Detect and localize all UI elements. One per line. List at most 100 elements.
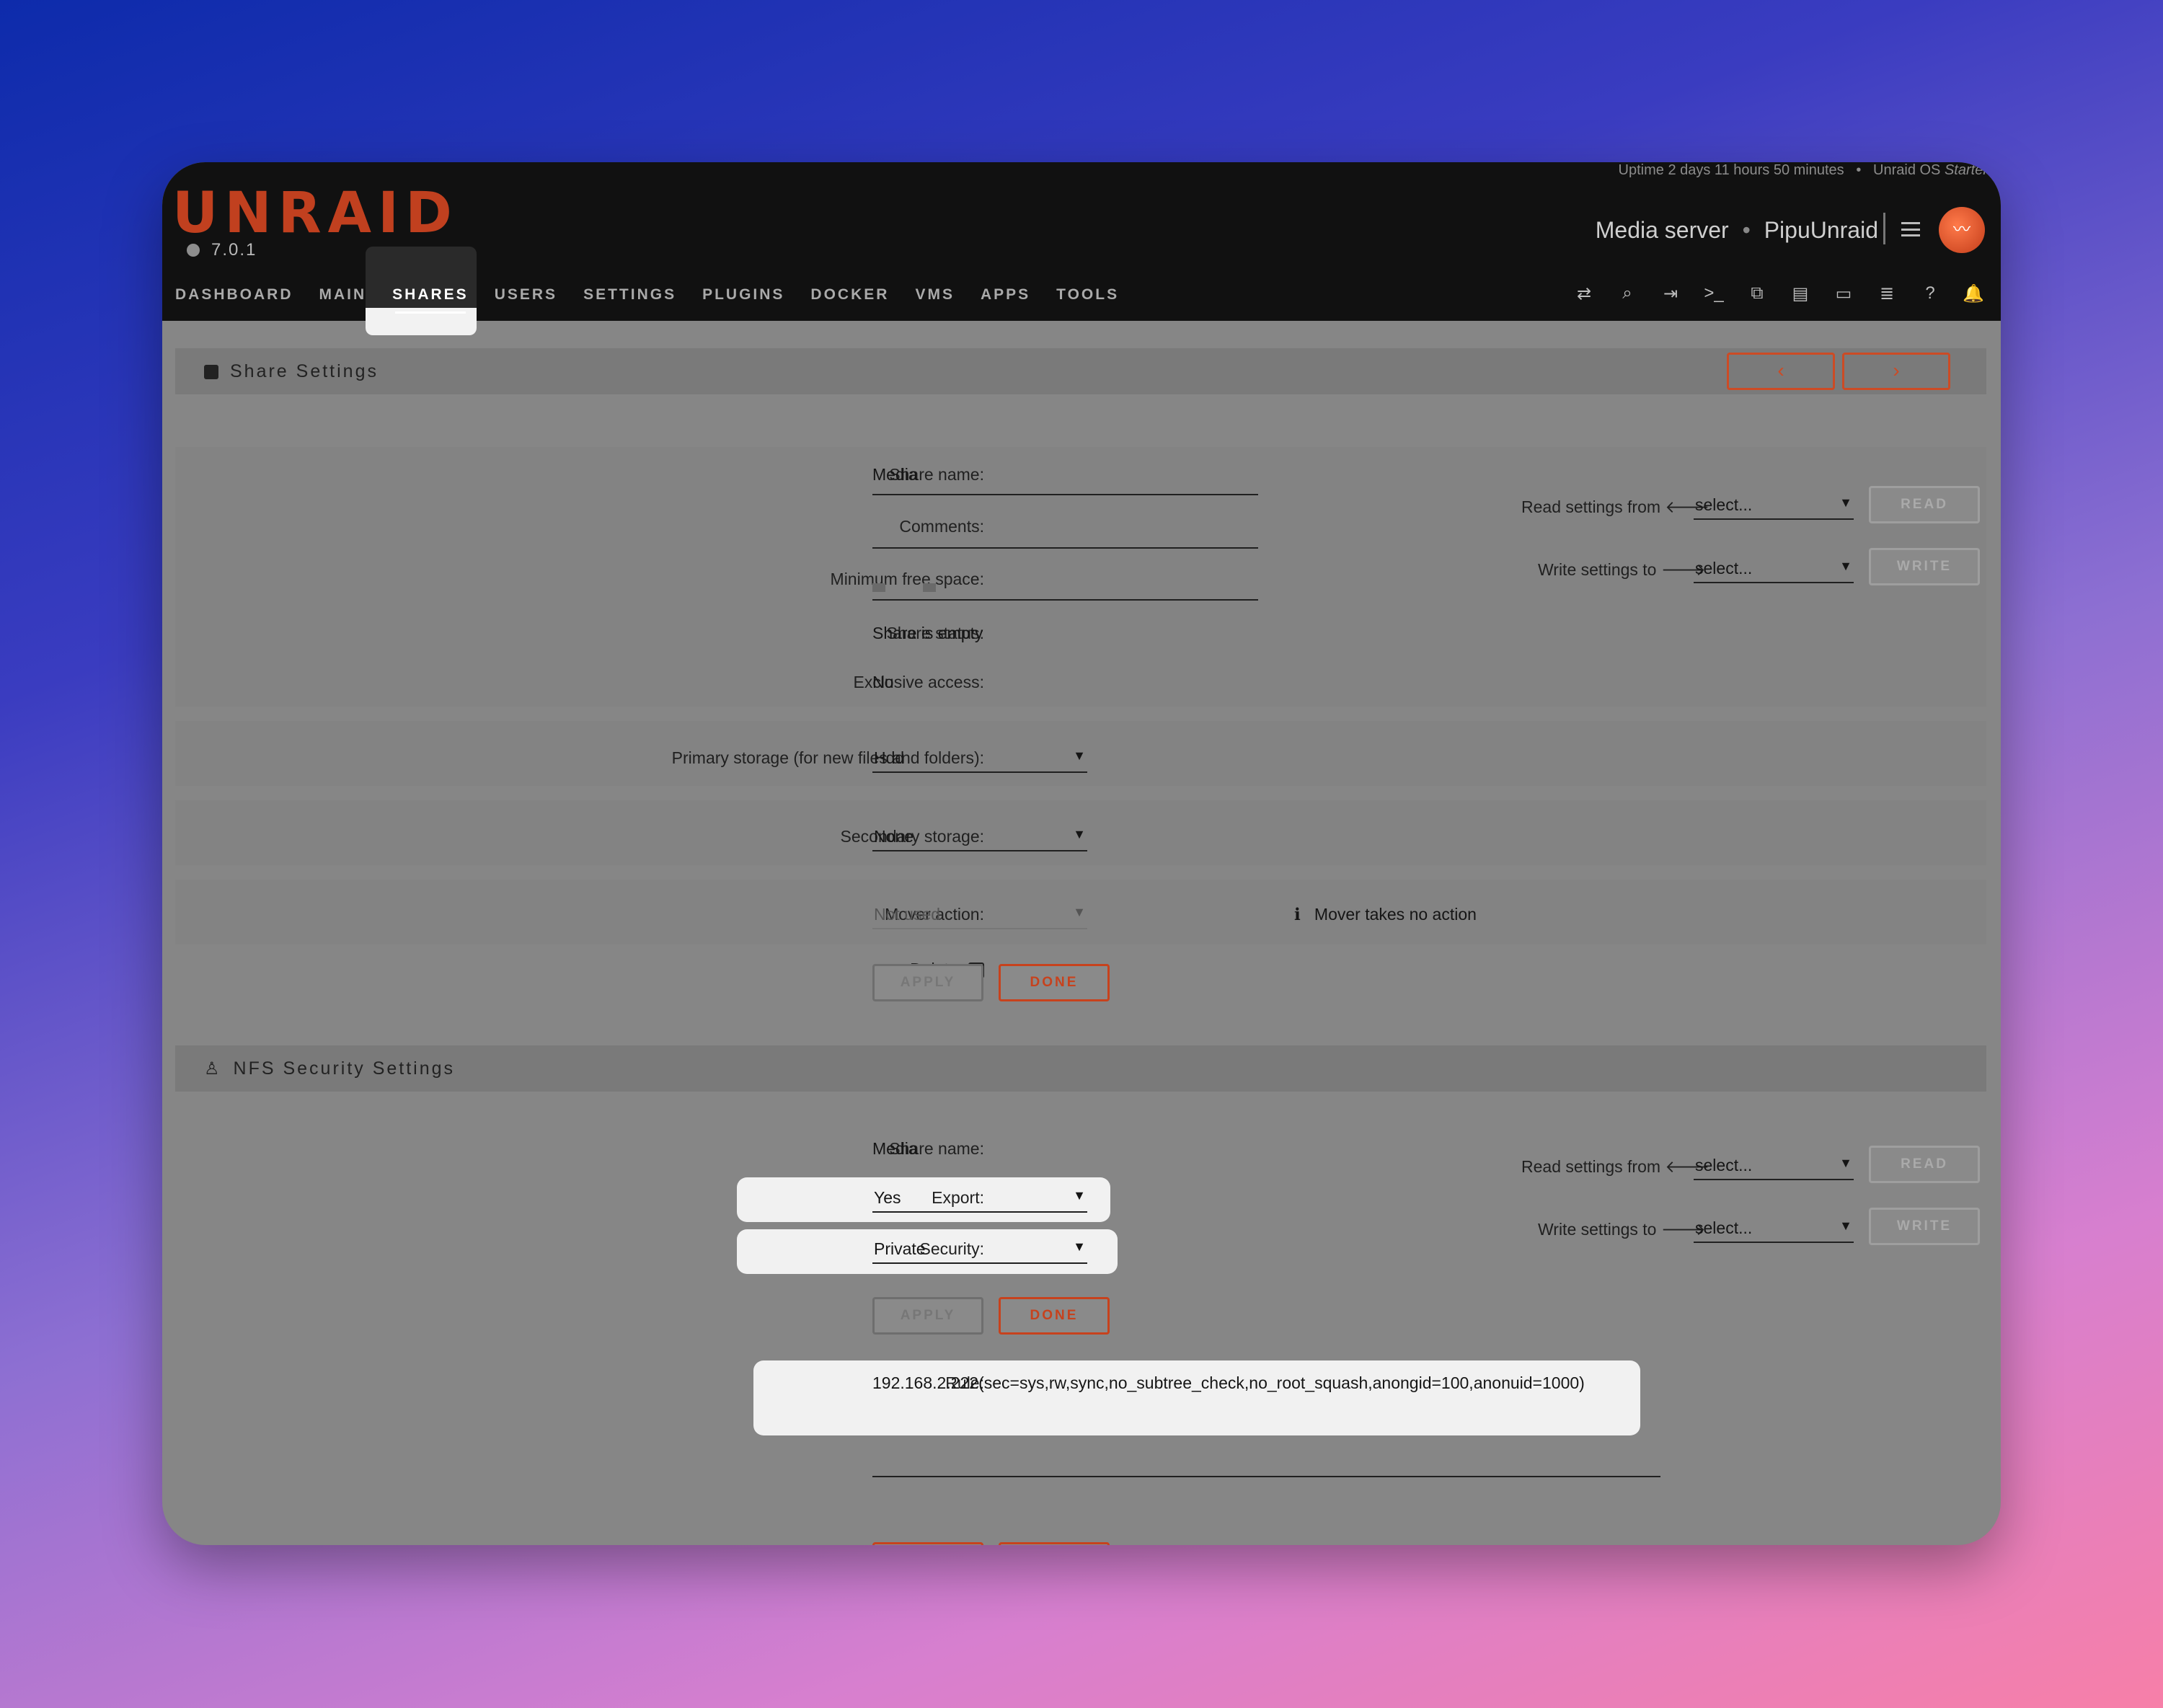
linux-icon: ♙ (204, 1059, 222, 1079)
previous-share-button[interactable]: ‹ (1727, 353, 1835, 390)
share-name-field[interactable]: Media (872, 465, 1258, 495)
unraid-logo[interactable]: UNRAID (172, 181, 459, 246)
feedback-icon[interactable]: ▤ (1779, 283, 1822, 304)
copy-icon[interactable]: ⧉ (1735, 283, 1779, 304)
version-indicator[interactable]: 7.0.1 (187, 240, 257, 260)
done-button[interactable]: DONE (999, 964, 1110, 1001)
caret-down-icon: ▼ (1073, 827, 1086, 841)
menu-icon[interactable] (1901, 222, 1920, 236)
read-button[interactable]: READ (1869, 486, 1980, 523)
nfs-done-button[interactable]: DONE (999, 1297, 1110, 1335)
min-free-space-unit-box (923, 583, 936, 592)
uptime-text: Uptime 2 days 11 hours 50 minutes (1618, 162, 1844, 178)
mover-action-value: Not used (874, 905, 941, 924)
display-icon[interactable]: ▭ (1822, 283, 1865, 304)
server-identity: Media server • PipuUnraid (1596, 217, 1878, 244)
server-description: Media server (1595, 217, 1729, 243)
nav-settings[interactable]: SETTINGS (570, 286, 689, 304)
mover-action-select[interactable]: Not used ▼ (872, 905, 1087, 929)
version-label: 7.0.1 (211, 240, 257, 260)
server-name: PipuUnraid (1764, 217, 1878, 243)
comments-field[interactable] (872, 518, 1258, 549)
nfs-write-settings-select[interactable]: select... ▼ (1694, 1218, 1854, 1243)
security-value: Private (874, 1239, 926, 1258)
read-select-value: select... (1695, 495, 1753, 514)
write-settings-select[interactable]: select... ▼ (1694, 559, 1854, 583)
export-select[interactable]: Yes ▼ (872, 1188, 1087, 1213)
caret-down-icon: ▼ (1073, 905, 1086, 919)
os-name: Unraid OS (1873, 162, 1941, 178)
read-select-value: select... (1695, 1156, 1753, 1174)
caret-down-icon: ▼ (1073, 1188, 1086, 1203)
share-icon (204, 364, 218, 379)
rule-apply-button-partial[interactable] (872, 1542, 983, 1545)
nfs-apply-button[interactable]: APPLY (872, 1297, 983, 1335)
nav-vms[interactable]: VMS (902, 286, 968, 304)
nfs-settings-title: ♙ NFS Security Settings (204, 1058, 455, 1079)
min-free-space-value-box (872, 583, 885, 592)
mover-info-text: Mover takes no action (1314, 905, 1477, 924)
nfs-read-settings-select[interactable]: select... ▼ (1694, 1156, 1854, 1180)
min-free-space-field[interactable] (872, 570, 1258, 601)
unraid-avatar-icon: 〰 (1953, 220, 1970, 239)
write-select-value: select... (1695, 1218, 1753, 1237)
caret-down-icon: ▼ (1073, 1239, 1086, 1254)
nav-shares[interactable]: SHARES (379, 286, 482, 314)
uptime-info: Uptime 2 days 11 hours 50 minutes • Unra… (1619, 162, 1988, 179)
caret-down-icon: ▼ (1839, 559, 1852, 573)
next-share-button[interactable]: › (1842, 353, 1950, 390)
read-from-label: Read settings from (1521, 1157, 1661, 1176)
write-to-label: Write settings to (1538, 1220, 1657, 1239)
bell-icon[interactable]: 🔔 (1952, 283, 1995, 304)
app-window: UNRAID 7.0.1 Uptime 2 days 11 hours 50 m… (162, 162, 2001, 1545)
rule-highlight (753, 1360, 1640, 1435)
nfs-settings-header: ♙ NFS Security Settings (175, 1045, 1986, 1092)
secondary-storage-select[interactable]: None ▼ (872, 827, 1087, 851)
nfs-write-button[interactable]: WRITE (1869, 1208, 1980, 1245)
nav-plugins[interactable]: PLUGINS (689, 286, 797, 304)
nfs-share-name-value: Media (872, 1139, 918, 1158)
read-from-label: Read settings from (1521, 497, 1661, 516)
read-settings-select[interactable]: select... ▼ (1694, 495, 1854, 520)
chevron-right-icon: › (1893, 359, 1900, 381)
swap-icon[interactable]: ⇄ (1562, 283, 1606, 304)
nav-main[interactable]: MAIN (306, 286, 380, 304)
search-icon[interactable]: ⌕ (1606, 283, 1649, 304)
primary-storage-value: Hdd (874, 748, 905, 767)
export-value: Yes (874, 1188, 901, 1207)
write-button[interactable]: WRITE (1869, 548, 1980, 585)
avatar[interactable]: 〰 (1939, 207, 1985, 253)
nfs-write-settings-to: Write settings to 🡒 (1538, 1219, 1706, 1239)
exclusive-access-value: No (872, 673, 894, 691)
nfs-read-button[interactable]: READ (1869, 1146, 1980, 1183)
toolbar-icons: ⇄ ⌕ ⇥ >_ ⧉ ▤ ▭ ≣ ? 🔔 (1562, 283, 1995, 304)
security-select[interactable]: Private ▼ (872, 1239, 1087, 1264)
caret-down-icon: ▼ (1073, 748, 1086, 763)
uptime-separator: • (1856, 162, 1862, 178)
share-name-value: Media (872, 465, 918, 484)
mover-info: ℹ Mover takes no action (1294, 905, 1477, 924)
primary-storage-select[interactable]: Hdd ▼ (872, 748, 1087, 773)
header-divider (1883, 213, 1885, 244)
read-settings-from: Read settings from 🡐 (1521, 497, 1709, 517)
write-select-value: select... (1695, 559, 1753, 578)
nav-tools[interactable]: TOOLS (1043, 286, 1132, 304)
terminal-icon[interactable]: >_ (1692, 283, 1735, 304)
nav-users[interactable]: USERS (482, 286, 570, 304)
help-icon[interactable]: ? (1908, 283, 1952, 304)
secondary-storage-value: None (874, 827, 914, 846)
nav-apps[interactable]: APPS (968, 286, 1043, 304)
license-type[interactable]: Starter (1945, 162, 1988, 178)
nfs-read-settings-from: Read settings from 🡐 (1521, 1156, 1709, 1177)
rule-done-button-partial[interactable] (999, 1542, 1110, 1545)
share-status-value: Share is empty (872, 624, 983, 642)
share-settings-header: Share Settings ‹ › (175, 348, 1986, 394)
logout-icon[interactable]: ⇥ (1649, 283, 1692, 304)
nav-dashboard[interactable]: DASHBOARD (175, 286, 306, 304)
rule-input-underline[interactable] (872, 1474, 1660, 1477)
apply-button[interactable]: APPLY (872, 964, 983, 1001)
rule-value[interactable]: 192.168.2.222(sec=sys,rw,sync,no_subtree… (872, 1373, 1585, 1393)
nav-docker[interactable]: DOCKER (797, 286, 902, 304)
server-separator: • (1742, 217, 1751, 243)
log-icon[interactable]: ≣ (1865, 283, 1908, 304)
